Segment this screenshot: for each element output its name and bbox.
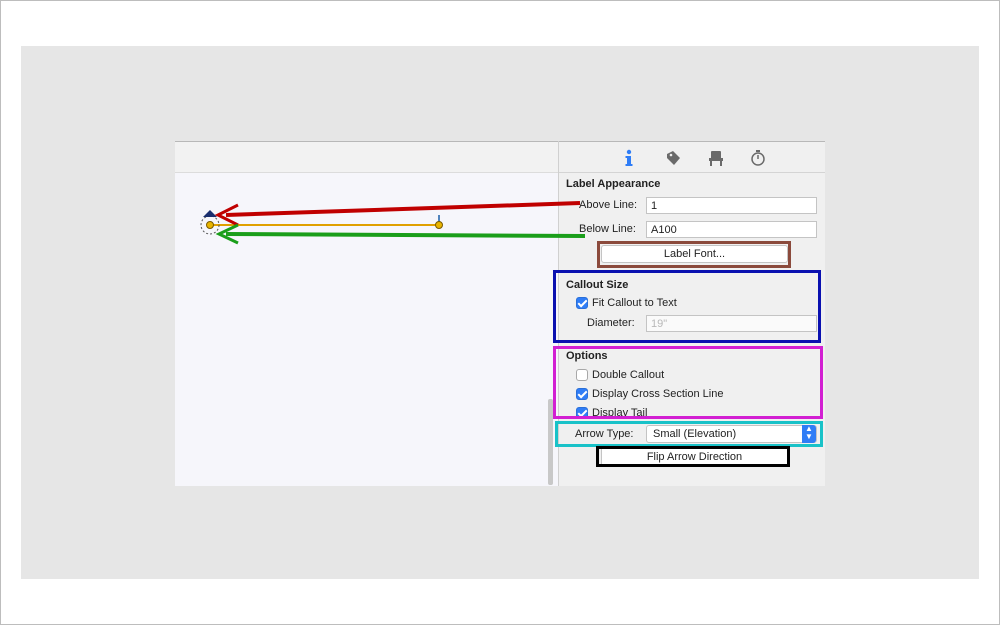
annotation-arrows: [214, 201, 586, 245]
red-annotation-arrow: [214, 201, 581, 227]
green-annotation-arrow: [215, 223, 586, 245]
